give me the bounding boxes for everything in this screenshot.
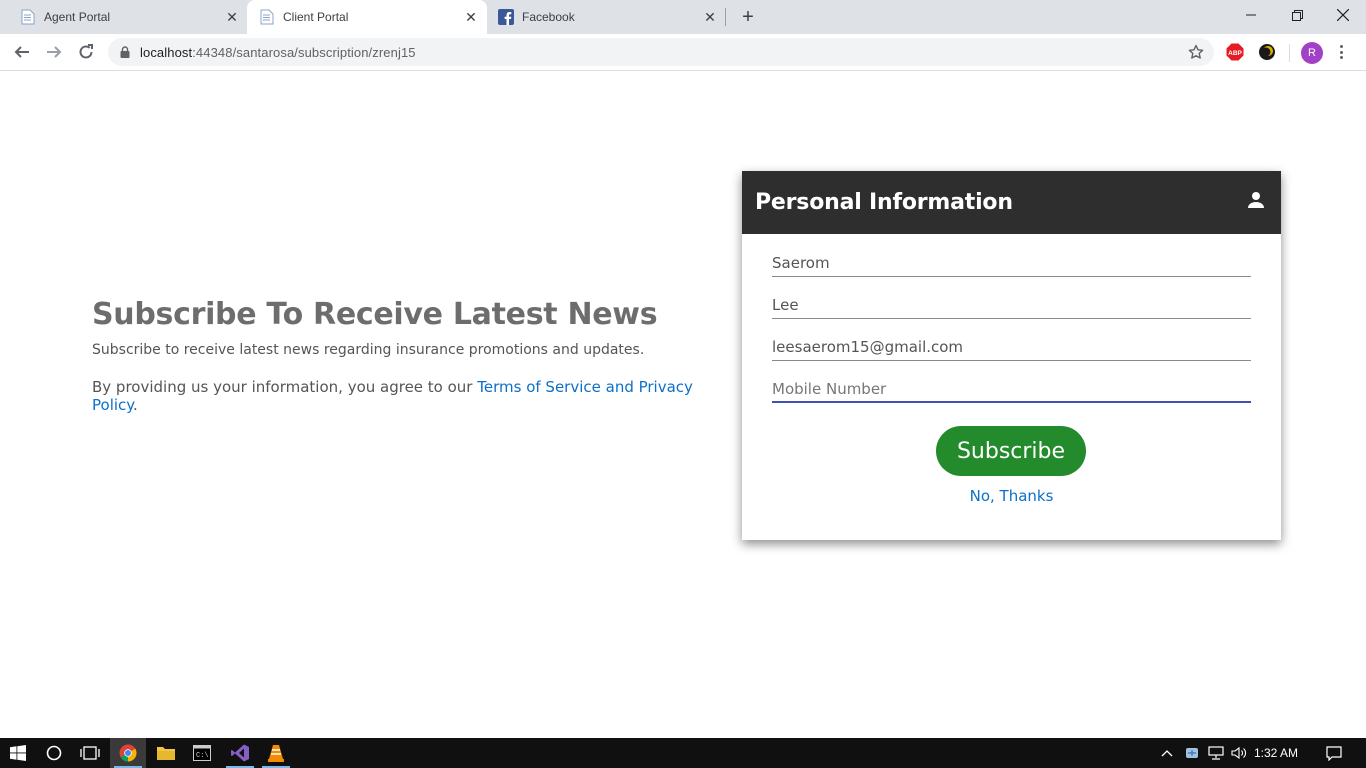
close-icon[interactable]: ✕ [700, 7, 720, 27]
cloud-sync-icon[interactable] [1182, 738, 1202, 768]
page-icon [259, 9, 275, 25]
search-circle-icon[interactable] [36, 738, 72, 768]
agreement-suffix: . [133, 396, 138, 414]
email-input[interactable] [772, 335, 1251, 359]
person-icon [1247, 191, 1265, 214]
task-view-icon[interactable] [72, 738, 108, 768]
url-host: localhost [140, 44, 193, 60]
subscribe-button[interactable]: Subscribe [936, 426, 1086, 476]
tab-facebook[interactable]: Facebook ✕ [488, 0, 724, 34]
forward-button[interactable] [40, 38, 68, 66]
volume-icon[interactable] [1229, 738, 1249, 768]
svg-text:C:\: C:\ [196, 752, 209, 760]
page-content: Subscribe To Receive Latest News Subscri… [0, 71, 1366, 738]
svg-text:ABP: ABP [1228, 50, 1242, 57]
tab-title: Agent Portal [44, 10, 111, 24]
notification-icon[interactable] [1322, 738, 1346, 768]
vlc-icon[interactable] [258, 738, 294, 768]
first-name-field [772, 251, 1251, 277]
start-icon[interactable] [0, 738, 36, 768]
no-thanks-link[interactable]: No, Thanks [742, 487, 1281, 505]
new-tab-button[interactable]: + [738, 6, 758, 28]
personal-information-card: Personal Information Subscribe No, Thank… [742, 171, 1281, 540]
toolbar-separator [1289, 44, 1290, 62]
network-icon[interactable] [1206, 738, 1226, 768]
arrow-left-icon [14, 46, 29, 58]
tab-agent-portal[interactable]: Agent Portal ✕ [0, 0, 246, 34]
taskbar-clock[interactable]: 1:32 AM [1254, 738, 1298, 768]
bookmark-star-icon[interactable] [1188, 44, 1204, 65]
windows-taskbar: C:\ 1:32 AM [0, 738, 1366, 768]
email-field [772, 335, 1251, 361]
restore-button[interactable] [1274, 0, 1320, 30]
close-window-button[interactable] [1320, 0, 1366, 30]
tab-client-portal[interactable]: Client Portal ✕ [247, 0, 487, 34]
agreement-text: By providing us your information, you ag… [92, 378, 732, 414]
page-icon [20, 9, 36, 25]
subscribe-description: Subscribe to receive latest news regardi… [92, 342, 645, 358]
card-header: Personal Information [742, 171, 1281, 234]
visual-studio-icon[interactable] [222, 738, 258, 768]
cmd-icon[interactable]: C:\ [184, 738, 220, 768]
lock-icon[interactable] [120, 46, 130, 58]
close-icon[interactable]: ✕ [222, 7, 242, 27]
first-name-input[interactable] [772, 251, 1251, 275]
tab-title: Client Portal [283, 10, 349, 24]
last-name-field [772, 293, 1251, 319]
reload-button[interactable] [72, 38, 100, 66]
url-text: localhost:44348/santarosa/subscription/z… [140, 45, 416, 60]
arrow-right-icon [47, 46, 62, 58]
address-bar[interactable]: localhost:44348/santarosa/subscription/z… [108, 38, 1214, 66]
browser-menu-icon[interactable] [1336, 42, 1346, 62]
browser-tab-strip: Agent Portal ✕ Client Portal ✕ Facebook … [0, 0, 1366, 34]
profile-avatar[interactable]: R [1301, 42, 1323, 64]
extension-dark-icon[interactable] [1257, 42, 1277, 62]
browser-toolbar: localhost:44348/santarosa/subscription/z… [0, 34, 1366, 71]
agreement-prefix: By providing us your information, you ag… [92, 378, 478, 396]
minimize-button[interactable] [1228, 0, 1274, 30]
last-name-input[interactable] [772, 293, 1251, 317]
close-icon[interactable]: ✕ [461, 7, 481, 27]
back-button[interactable] [8, 38, 36, 66]
chevron-up-icon[interactable] [1158, 738, 1176, 768]
subscribe-intro: Subscribe To Receive Latest News Subscri… [92, 297, 732, 414]
page-title: Subscribe To Receive Latest News [92, 297, 658, 332]
file-explorer-icon[interactable] [148, 738, 184, 768]
adblock-plus-icon[interactable]: ABP [1225, 42, 1245, 62]
chrome-icon[interactable] [110, 738, 146, 768]
facebook-icon [498, 9, 514, 25]
url-path: :44348/santarosa/subscription/zrenj15 [192, 44, 416, 60]
tab-separator [725, 8, 726, 26]
mobile-number-field [772, 377, 1251, 403]
reload-icon [79, 44, 93, 59]
tab-title: Facebook [522, 10, 575, 24]
card-title: Personal Information [755, 190, 1013, 215]
mobile-number-input[interactable] [772, 377, 1251, 401]
